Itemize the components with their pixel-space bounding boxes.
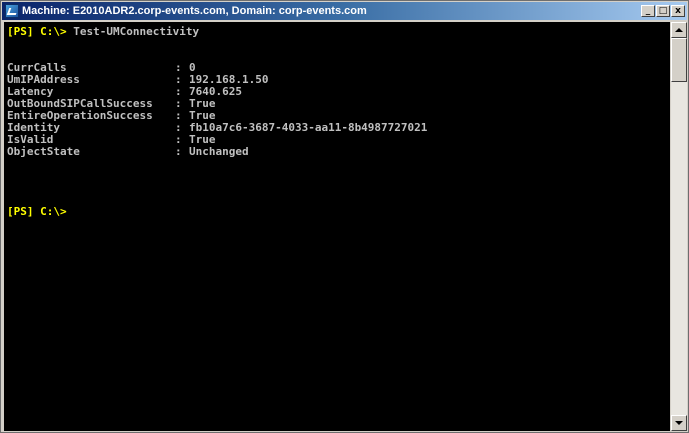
window-title: Machine: E2010ADR2.corp-events.com, Doma… xyxy=(22,5,367,17)
console-output[interactable]: [PS] C:\> Test-UMConnectivity CurrCalls:… xyxy=(4,22,670,431)
close-button[interactable]: x xyxy=(671,5,685,17)
window-controls: _ □ x xyxy=(641,5,685,17)
prompt: [PS] C:\> xyxy=(7,205,67,218)
powershell-icon xyxy=(5,4,19,18)
result-row: CurrCalls:0 xyxy=(7,62,670,74)
result-key: ObjectState xyxy=(7,145,80,158)
powershell-window: Machine: E2010ADR2.corp-events.com, Doma… xyxy=(0,0,689,433)
scrollbar-thumb[interactable] xyxy=(671,38,687,82)
prompt-line[interactable]: [PS] C:\> xyxy=(7,206,670,218)
result-value: Unchanged xyxy=(189,145,249,158)
arrow-down-icon xyxy=(675,421,683,425)
title-bar[interactable]: Machine: E2010ADR2.corp-events.com, Doma… xyxy=(2,2,687,20)
result-row: ObjectState: Unchanged xyxy=(7,146,670,158)
result-row: UmIPAddress:192.168.1.50 xyxy=(7,74,670,86)
minimize-button[interactable]: _ xyxy=(641,5,655,17)
result-row: IsValid: True xyxy=(7,134,670,146)
scroll-up-button[interactable] xyxy=(671,22,687,38)
arrow-up-icon xyxy=(675,28,683,32)
command-line: [PS] C:\> Test-UMConnectivity xyxy=(7,26,670,38)
result-separator: : xyxy=(175,145,182,158)
maximize-button[interactable]: □ xyxy=(656,5,670,17)
scroll-down-button[interactable] xyxy=(671,415,687,431)
result-value: fb10a7c6-3687-4033-aa11-8b4987727021 xyxy=(189,121,428,134)
vertical-scrollbar[interactable] xyxy=(671,22,687,431)
command-text: Test-UMConnectivity xyxy=(66,25,200,38)
result-row: Identity: fb10a7c6-3687-4033-aa11-8b49877… xyxy=(7,122,670,134)
prompt: [PS] C:\> xyxy=(7,25,67,38)
